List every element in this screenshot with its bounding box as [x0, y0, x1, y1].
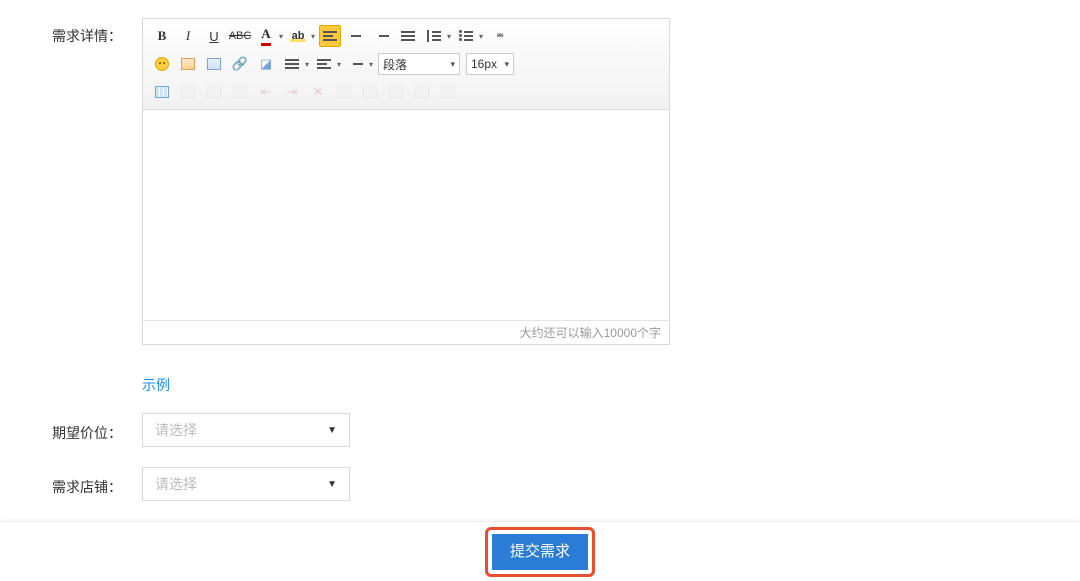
price-placeholder: 请选择	[155, 420, 197, 440]
align-left-button[interactable]	[319, 25, 341, 47]
example-link[interactable]: 示例	[142, 375, 170, 395]
insert-video-button[interactable]	[203, 53, 225, 75]
insert-image-button[interactable]	[177, 53, 199, 75]
align-justify-button[interactable]	[397, 25, 419, 47]
shop-select[interactable]: 请选择 ▼	[142, 467, 350, 501]
cell-align-button	[411, 81, 433, 103]
bold-button[interactable]: B	[151, 25, 173, 47]
unordered-list-button[interactable]: ▾	[455, 25, 477, 47]
insert-row-button	[203, 81, 225, 103]
outdent-button[interactable]: ▾	[345, 53, 367, 75]
split-cells-button	[359, 81, 381, 103]
cell-border-button	[437, 81, 459, 103]
price-label: 期望价位：	[0, 413, 142, 443]
indent-button[interactable]: ▾	[313, 53, 335, 75]
italic-button[interactable]: I	[177, 25, 199, 47]
eraser-button[interactable]: ◪	[255, 53, 277, 75]
delete-table-button	[177, 81, 199, 103]
editor-toolbar: B I U ABC A▾ ab▾ ▾ ▾	[143, 19, 669, 110]
font-size-select[interactable]: 16px▾	[466, 53, 514, 75]
editor-content-area[interactable]	[143, 110, 669, 320]
merge-cells-button	[333, 81, 355, 103]
strikethrough-button[interactable]: ABC	[229, 25, 251, 47]
insert-col-after-button: ⇥	[281, 81, 303, 103]
rich-text-editor: B I U ABC A▾ ab▾ ▾ ▾	[142, 18, 670, 345]
submit-button[interactable]: 提交需求	[492, 534, 588, 570]
forecolor-button[interactable]: A▾	[255, 25, 277, 47]
delete-col-button: ✕	[307, 81, 329, 103]
price-select[interactable]: 请选择 ▼	[142, 413, 350, 447]
delete-row-button	[229, 81, 251, 103]
caret-down-icon: ▼	[327, 479, 337, 490]
blockquote-button[interactable]	[487, 25, 509, 47]
emoji-button[interactable]	[151, 53, 173, 75]
shop-placeholder: 请选择	[155, 474, 197, 494]
ordered-list-button[interactable]: ▾	[423, 25, 445, 47]
insert-link-button[interactable]: 🔗	[229, 53, 251, 75]
detail-label: 需求详情：	[0, 18, 142, 46]
footer-bar: 提交需求	[0, 521, 1080, 581]
submit-highlight-frame: 提交需求	[485, 527, 595, 577]
table-props-button	[385, 81, 407, 103]
format-select[interactable]: 段落▾	[378, 53, 460, 75]
align-center-button[interactable]	[345, 25, 367, 47]
caret-down-icon: ▼	[327, 425, 337, 436]
line-height-button[interactable]: ▾	[281, 53, 303, 75]
insert-table-button[interactable]	[151, 81, 173, 103]
underline-button[interactable]: U	[203, 25, 225, 47]
align-right-button[interactable]	[371, 25, 393, 47]
backcolor-button[interactable]: ab▾	[287, 25, 309, 47]
shop-label: 需求店铺：	[0, 467, 142, 497]
char-counter: 大约还可以输入10000个字	[143, 320, 669, 344]
insert-col-before-button: ⇤	[255, 81, 277, 103]
